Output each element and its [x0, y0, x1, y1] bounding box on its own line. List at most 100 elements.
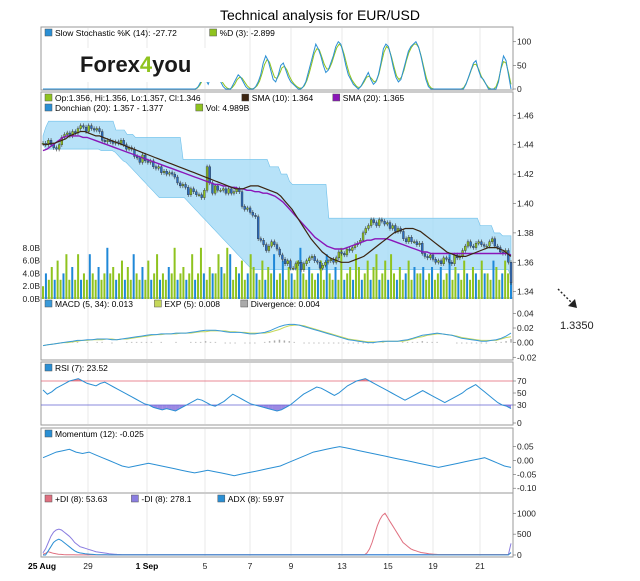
candle-body [418, 242, 421, 245]
candle-body [472, 245, 475, 248]
candle-body [262, 240, 265, 245]
volume-bar [287, 267, 290, 299]
y-tick-label: 0 [517, 550, 522, 560]
candle-body [111, 141, 115, 144]
candle-body [240, 191, 244, 207]
candle-body [402, 231, 405, 239]
volume-bar [398, 267, 401, 299]
candle-body [340, 251, 343, 254]
volume-bar [308, 267, 311, 299]
volume-bar [80, 279, 83, 299]
volume-bar [439, 267, 442, 299]
volume-axis: 0.0B 2.0B 4.0B 6.0B 8.0B [23, 243, 41, 304]
volume-bar [264, 279, 267, 299]
volume-bar [150, 279, 153, 299]
volume-tick-label: 8.0B [23, 243, 41, 253]
target-price-label: 1.3350 [560, 320, 594, 332]
y-axis-1: 0 50 100 [513, 37, 531, 94]
volume-bar [42, 286, 44, 299]
volume-bar [109, 273, 112, 299]
volume-bar [188, 273, 191, 299]
panel-5: Momentum (12): -0.025 [40, 427, 514, 494]
volume-bar [235, 267, 238, 299]
candle-body [251, 212, 254, 216]
chart-title: Technical analysis for EUR/USD [220, 7, 420, 23]
volume-bar [328, 273, 331, 299]
legend-swatch [44, 93, 53, 102]
y-tick-label: -0.02 [517, 352, 537, 362]
volume-bar [369, 279, 372, 299]
volume-bar [474, 273, 477, 299]
volume-bar [334, 267, 337, 299]
candle-body [391, 225, 394, 229]
volume-bar [346, 273, 349, 299]
legend-swatch [44, 299, 53, 308]
volume-bar [281, 260, 284, 299]
volume-bar [460, 279, 463, 299]
volume-bar [390, 254, 393, 299]
candle-body [439, 260, 443, 264]
volume-bar [65, 254, 68, 299]
candle-body [208, 166, 211, 184]
candle-body [480, 241, 483, 245]
candle-body [383, 220, 386, 225]
volume-bar [378, 279, 381, 299]
volume-bar [395, 279, 398, 299]
candle-body [57, 144, 61, 150]
candle-body [122, 140, 125, 145]
candle-body [162, 170, 166, 173]
volume-bar [223, 273, 226, 299]
panel-6: +DI (8): 53.63 -DI (8): 278.1 ADX (8): 59.… [40, 492, 514, 558]
candle-body [90, 125, 93, 129]
candle-body [181, 184, 185, 187]
y-tick-label: 1.36 [517, 257, 534, 267]
volume-bar [237, 273, 240, 299]
y-tick-label: -0.05 [517, 469, 537, 479]
legend-label: %D (3): -2.899 [220, 28, 276, 38]
y-tick-label: 0.04 [517, 308, 534, 318]
candle-body [345, 248, 349, 256]
x-tick-label: 21 [475, 561, 485, 571]
candle-body [157, 166, 160, 169]
candle-body [270, 241, 273, 247]
price-target-annotation: 1.3350 [557, 288, 594, 332]
candle-body [106, 140, 109, 142]
volume-bar [153, 273, 156, 299]
legend-swatch [154, 299, 162, 308]
candle-body [195, 191, 198, 195]
candle-body [203, 190, 206, 198]
logo-text: Forex4you [80, 52, 191, 77]
volume-bar [123, 279, 126, 299]
volume-bar [120, 260, 123, 299]
candle-body [248, 207, 252, 213]
volume-bar [141, 267, 144, 299]
candle-body [310, 256, 314, 259]
y-tick-label: 1.42 [517, 169, 534, 179]
volume-bar [413, 267, 416, 299]
y-axis-4: 0 30 50 70 [513, 376, 527, 428]
y-tick-label: 1.34 [517, 287, 534, 297]
candle-body [321, 265, 324, 269]
volume-bar [305, 279, 308, 299]
candle-body [173, 173, 176, 178]
candle-body [410, 237, 413, 242]
volume-bar [185, 279, 188, 299]
panel-frame [40, 361, 514, 426]
candle-body [329, 259, 332, 262]
x-tick-label: 9 [289, 561, 294, 571]
legend: MACD (5, 34): 0.013 EXP (5): 0.008 Diverge… [44, 299, 320, 309]
volume-bar [159, 279, 161, 299]
candle-body [386, 222, 389, 225]
volume-bar [44, 273, 47, 299]
volume-bar [194, 279, 197, 299]
candle-body [265, 244, 268, 251]
volume-bar [129, 279, 132, 299]
volume-bar [381, 273, 384, 299]
y-tick-label: 1000 [517, 508, 536, 518]
volume-bar [314, 279, 317, 299]
candle-body [146, 160, 150, 163]
legend-label: ADX (8): 59.97 [228, 494, 284, 504]
legend-label: Divergence: 0.004 [251, 299, 320, 309]
candle-body [491, 238, 494, 242]
panel-3: MACD (5, 34): 0.013 EXP (5): 0.008 Diverge… [40, 297, 514, 361]
